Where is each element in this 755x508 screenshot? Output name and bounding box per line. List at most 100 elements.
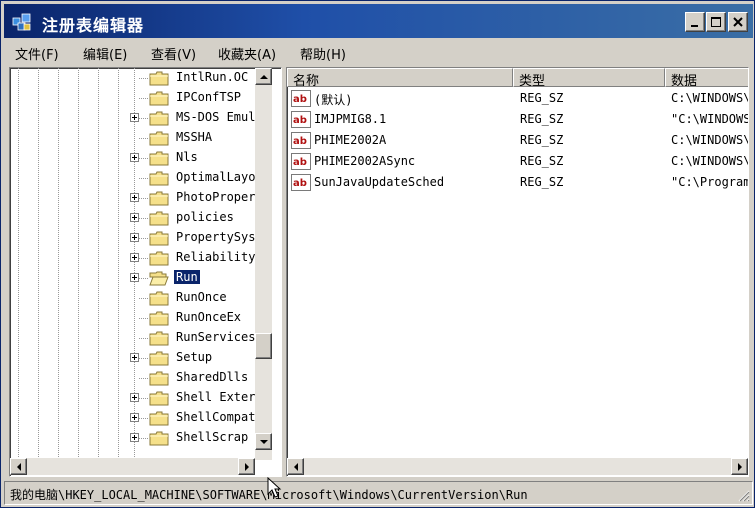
menu-edit[interactable]: 编辑(E): [83, 44, 127, 63]
menu-file[interactable]: 文件(F): [15, 44, 59, 63]
tree-item[interactable]: ShellCompat: [10, 408, 256, 428]
string-value-icon: ab: [291, 153, 311, 170]
folder-icon: [149, 431, 169, 446]
tree-item[interactable]: policies: [10, 208, 254, 228]
menu-favorites[interactable]: 收藏夹(A): [218, 44, 276, 63]
folder-icon: [149, 411, 169, 426]
tree-connector-line: [139, 178, 149, 179]
value-data: "C:\Program: [671, 175, 749, 189]
tree-item-label: PropertySys: [176, 230, 256, 244]
value-type: REG_SZ: [520, 154, 564, 168]
tree-item[interactable]: Nls: [10, 148, 254, 168]
tree-item[interactable]: OptimalLayo: [10, 168, 256, 188]
tree-item-label: RunOnceEx: [176, 310, 242, 324]
tree-connector-line: [139, 118, 149, 119]
value-type: REG_SZ: [520, 175, 564, 189]
registry-editor-icon: [12, 13, 31, 31]
expand-plus-icon[interactable]: [130, 433, 139, 442]
tree-item[interactable]: SharedDlls: [10, 368, 254, 388]
minimize-button[interactable]: [685, 12, 705, 32]
scroll-up-button[interactable]: [255, 68, 272, 85]
tree-item[interactable]: IntlRun.OC: [10, 68, 254, 88]
scroll-down-button[interactable]: [255, 433, 272, 450]
tree-connector-line: [139, 98, 149, 99]
expand-plus-icon[interactable]: [130, 153, 139, 162]
expand-plus-icon[interactable]: [130, 193, 139, 202]
tree-item-label: RunServices: [176, 330, 256, 344]
folder-icon: [149, 351, 169, 366]
close-button[interactable]: [728, 12, 748, 32]
tree-item-label: MS-DOS Emul: [176, 110, 256, 124]
tree-connector-line: [139, 138, 149, 139]
minimize-icon: [691, 25, 698, 27]
tree-item[interactable]: Run: [10, 268, 254, 288]
value-row[interactable]: ab PHIME2002A REG_SZ C:\WINDOWS\: [287, 130, 748, 151]
value-row[interactable]: ab PHIME2002ASync REG_SZ C:\WINDOWS\: [287, 151, 748, 172]
value-row[interactable]: ab (默认) REG_SZ C:\WINDOWS\: [287, 88, 749, 109]
folder-icon: [149, 371, 169, 386]
expand-plus-icon[interactable]: [130, 233, 139, 242]
folder-icon: [149, 111, 169, 126]
expand-plus-icon[interactable]: [130, 393, 139, 402]
svg-text:ab: ab: [293, 178, 307, 189]
title-bar[interactable]: 注册表编辑器: [4, 4, 753, 38]
maximize-button[interactable]: [706, 12, 726, 32]
tree-connector-line: [139, 198, 149, 199]
tree-item[interactable]: PhotoProper: [10, 188, 255, 208]
value-type: REG_SZ: [520, 91, 564, 105]
scroll-right-button[interactable]: [731, 458, 748, 475]
svg-text:ab: ab: [293, 136, 307, 147]
svg-text:ab: ab: [293, 94, 307, 105]
tree-item[interactable]: IPConfTSP: [10, 88, 254, 108]
expand-plus-icon[interactable]: [130, 213, 139, 222]
tree-item-label: IPConfTSP: [176, 90, 242, 104]
value-name: PHIME2002ASync: [314, 154, 416, 168]
tree-item-label: OptimalLayo: [176, 170, 256, 184]
value-data: C:\WINDOWS\: [671, 91, 749, 105]
tree-item-label: MSSHA: [176, 130, 213, 144]
expand-plus-icon[interactable]: [130, 273, 139, 282]
expand-plus-icon[interactable]: [130, 253, 139, 262]
tree-item-label: ShellCompat: [176, 410, 256, 424]
tree-item[interactable]: Shell Exter: [10, 388, 255, 408]
expand-plus-icon[interactable]: [130, 113, 139, 122]
tree-connector-line: [139, 158, 149, 159]
tree-scroll-thumb[interactable]: [255, 333, 272, 359]
tree-item[interactable]: RunOnceEx: [10, 308, 254, 328]
folder-icon: [149, 151, 169, 166]
column-header-name[interactable]: 名称: [287, 68, 513, 87]
column-header-type[interactable]: 类型: [513, 68, 665, 87]
maximize-icon: [711, 17, 721, 27]
expand-plus-icon[interactable]: [130, 353, 139, 362]
tree-item[interactable]: RunServices: [10, 328, 256, 348]
tree-horizontal-scrollbar[interactable]: [10, 458, 255, 475]
tree-item[interactable]: MSSHA: [10, 128, 254, 148]
list-horizontal-scrollbar[interactable]: [287, 458, 748, 475]
tree-item[interactable]: MS-DOS Emul: [10, 108, 256, 128]
menu-view[interactable]: 查看(V): [151, 44, 196, 63]
tree-connector-line: [139, 278, 149, 279]
scroll-left-button[interactable]: [287, 458, 304, 475]
scroll-right-button[interactable]: [238, 458, 255, 475]
tree-item[interactable]: PropertySys: [10, 228, 256, 248]
tree-item-label: Nls: [176, 150, 198, 164]
scroll-left-button[interactable]: [10, 458, 27, 475]
menu-help[interactable]: 帮助(H): [300, 44, 346, 63]
tree-item-label: SharedDlls: [176, 370, 249, 384]
string-value-icon: ab: [291, 90, 311, 107]
expand-plus-icon[interactable]: [130, 413, 139, 422]
string-value-icon: ab: [291, 174, 311, 191]
value-row[interactable]: ab IMJPMIG8.1 REG_SZ "C:\WINDOWS: [287, 109, 748, 130]
tree-item[interactable]: RunOnce: [10, 288, 254, 308]
tree-connector-line: [139, 358, 149, 359]
value-row[interactable]: ab SunJavaUpdateSched REG_SZ "C:\Program: [287, 172, 749, 193]
tree-vertical-scrollbar[interactable]: [255, 68, 272, 460]
tree-connector-line: [139, 378, 149, 379]
resize-grip-icon[interactable]: [736, 488, 750, 502]
column-header-data[interactable]: 数据: [665, 68, 748, 87]
menu-bar: 文件(F) 编辑(E) 查看(V) 收藏夹(A) 帮助(H): [4, 41, 753, 63]
tree-item[interactable]: Setup: [10, 348, 254, 368]
tree-item[interactable]: ShellScrap: [10, 428, 254, 448]
tree-item[interactable]: Reliability: [10, 248, 255, 268]
registry-editor-window: 注册表编辑器 文件(F) 编辑(E) 查看(V) 收藏夹(A) 帮助(H) In…: [0, 0, 755, 508]
